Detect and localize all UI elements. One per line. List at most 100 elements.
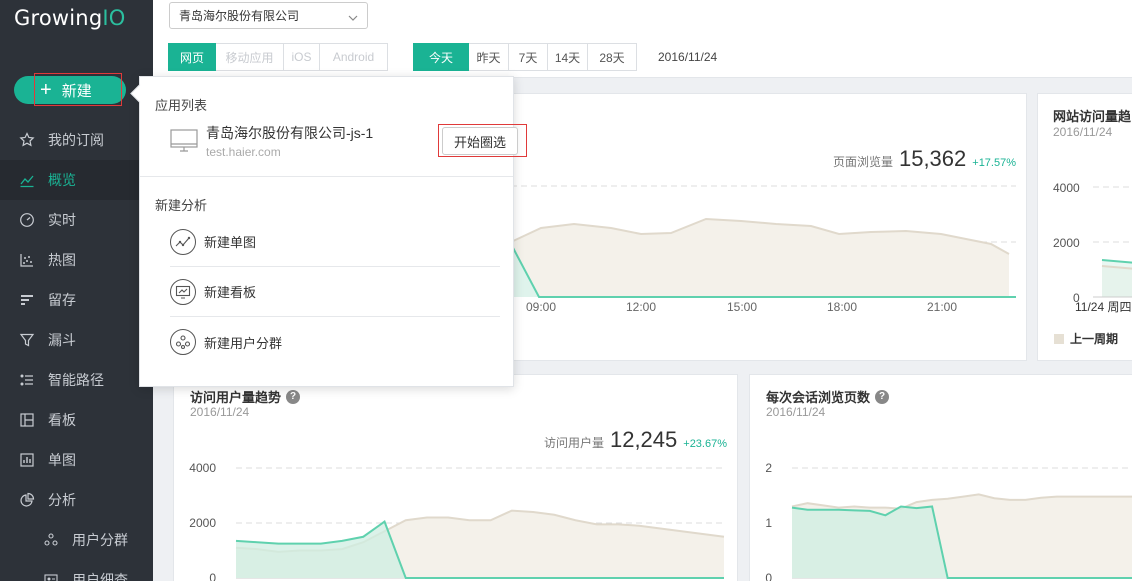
monitor-icon	[170, 129, 198, 156]
new-item-label: 新建看板	[204, 285, 257, 300]
y-tick-label: 4000	[189, 461, 216, 475]
sidebar-item-dashboard[interactable]: 看板	[0, 400, 153, 440]
sidebar-item-label: 看板	[48, 412, 76, 428]
company-select[interactable]: 青岛海尔股份有限公司	[169, 2, 368, 29]
sidebar-item-single-chart[interactable]: 单图	[0, 440, 153, 480]
sidebar-item-label: 我的订阅	[48, 132, 104, 148]
session-pages-card: 每次会话浏览页数 ? 2016/11/24 210	[749, 374, 1132, 581]
filter-bar: 网页 移动应用 iOS Android 今天 昨天 7天 14天 28天	[153, 34, 1132, 78]
pie-icon	[18, 491, 36, 509]
range-tabs: 今天 昨天 7天 14天 28天	[413, 43, 637, 71]
chart-icon	[18, 451, 36, 469]
current-area	[236, 521, 406, 578]
x-tick-label: 11/24 周四	[1075, 300, 1131, 314]
divider	[140, 176, 513, 177]
heatmap-icon	[18, 251, 36, 269]
y-tick-label: 2000	[189, 516, 216, 530]
logo-text: Growing	[14, 6, 103, 30]
y-tick-label: 2	[765, 461, 772, 475]
new-button-label: 新建	[61, 82, 92, 100]
tab-web[interactable]: 网页	[168, 43, 216, 71]
board-icon	[170, 278, 196, 305]
company-select-value: 青岛海尔股份有限公司	[179, 9, 300, 23]
users-card: 访问用户量趋势 ? 2016/11/24 访问用户量 12,245 +23.67…	[173, 374, 738, 581]
dashboard-icon	[18, 411, 36, 429]
x-tick-label: 18:00	[827, 300, 857, 314]
x-tick-label: 12:00	[626, 300, 656, 314]
legend-swatch	[1054, 334, 1064, 344]
current-date: 2016/11/24	[658, 50, 718, 64]
y-tick-label: 4000	[1053, 181, 1080, 195]
new-analysis-title: 新建分析	[155, 198, 208, 213]
realtime-icon	[18, 211, 36, 229]
y-tick-label: 2000	[1053, 236, 1080, 250]
plus-icon: +	[40, 79, 52, 101]
new-popup: 应用列表 青岛海尔股份有限公司-js-1 test.haier.com 开始圈选…	[139, 76, 527, 387]
sidebar: GrowingIO + 新建 我的订阅 概览 实时 热图 留存 漏斗 智能路径 …	[0, 0, 153, 581]
tab-7-days[interactable]: 7天	[509, 43, 548, 71]
user-detail-icon	[42, 571, 60, 581]
legend-label[interactable]: 上一周期	[1070, 331, 1118, 346]
new-button[interactable]: + 新建	[14, 73, 126, 106]
app-list-title: 应用列表	[155, 98, 208, 113]
sidebar-item-overview[interactable]: 概览	[0, 160, 153, 200]
chevron-down-icon	[348, 11, 358, 25]
x-tick-label: 21:00	[927, 300, 957, 314]
new-item-label: 新建用户分群	[204, 335, 283, 351]
star-icon	[18, 131, 36, 149]
sidebar-item-label: 用户分群	[72, 532, 128, 548]
tab-mobile-app[interactable]: 移动应用	[216, 43, 284, 71]
session-pages-chart: 2 1 0	[765, 461, 1132, 581]
trend-icon	[18, 171, 36, 189]
sidebar-item-funnel[interactable]: 漏斗	[0, 320, 153, 360]
user-group-icon	[170, 329, 196, 355]
retention-icon	[18, 291, 36, 309]
current-area	[792, 506, 948, 578]
new-item-label: 新建单图	[204, 235, 257, 250]
tab-ios[interactable]: iOS	[284, 43, 320, 71]
sidebar-nav: 我的订阅 概览 实时 热图 留存 漏斗 智能路径 看板 单图 分析 用户分群 用…	[0, 120, 153, 581]
app-host: test.haier.com	[206, 145, 281, 159]
sidebar-item-label: 用户细查	[72, 572, 128, 581]
sidebar-item-subscriptions[interactable]: 我的订阅	[0, 120, 153, 160]
users-chart: 4000 2000 0	[189, 461, 725, 581]
x-tick-label: 15:00	[727, 300, 757, 314]
tab-today[interactable]: 今天	[413, 43, 469, 71]
line-chart-icon	[170, 228, 196, 255]
sidebar-item-label: 概览	[48, 172, 76, 188]
sidebar-item-heatmap[interactable]: 热图	[0, 240, 153, 280]
new-single-chart-item[interactable]: 新建单图	[170, 217, 500, 267]
sidebar-item-smart-path[interactable]: 智能路径	[0, 360, 153, 400]
sidebar-item-user-details[interactable]: 用户细查	[0, 560, 153, 581]
logo-accent: IO	[102, 6, 126, 30]
y-tick-label: 0	[765, 571, 772, 581]
sidebar-item-label: 单图	[48, 452, 76, 468]
new-dashboard-item[interactable]: 新建看板	[170, 267, 500, 317]
pageviews-prev-area	[511, 219, 1009, 297]
sidebar-item-user-segments[interactable]: 用户分群	[0, 520, 153, 560]
sidebar-item-label: 留存	[48, 292, 76, 308]
sidebar-item-realtime[interactable]: 实时	[0, 200, 153, 240]
app-name: 青岛海尔股份有限公司-js-1	[206, 125, 374, 141]
new-user-segment-item[interactable]: 新建用户分群	[170, 317, 500, 367]
start-circle-select-button[interactable]: 开始圈选	[438, 124, 527, 157]
tab-yesterday[interactable]: 昨天	[469, 43, 509, 71]
path-icon	[18, 371, 36, 389]
app-list-item[interactable]: 青岛海尔股份有限公司-js-1 test.haier.com 开始圈选	[170, 121, 527, 171]
y-tick-label: 1	[765, 516, 772, 530]
y-tick-label: 0	[209, 571, 216, 581]
segment-icon	[42, 531, 60, 549]
x-tick-label: 09:00	[526, 300, 556, 314]
logo[interactable]: GrowingIO	[14, 6, 125, 30]
platform-tabs: 网页 移动应用 iOS Android	[168, 43, 388, 71]
sidebar-item-label: 智能路径	[48, 372, 104, 388]
sidebar-item-analysis[interactable]: 分析	[0, 480, 153, 520]
site-visits-card: 网站访问量趋 2016/11/24 4000 2000 0 11/24 周四 上…	[1037, 93, 1132, 361]
tab-android[interactable]: Android	[320, 43, 388, 71]
top-bar: 青岛海尔股份有限公司	[153, 0, 1132, 34]
highlight-box	[438, 124, 527, 157]
sidebar-item-label: 分析	[48, 492, 76, 508]
tab-14-days[interactable]: 14天	[548, 43, 588, 71]
sidebar-item-retention[interactable]: 留存	[0, 280, 153, 320]
tab-28-days[interactable]: 28天	[588, 43, 637, 71]
